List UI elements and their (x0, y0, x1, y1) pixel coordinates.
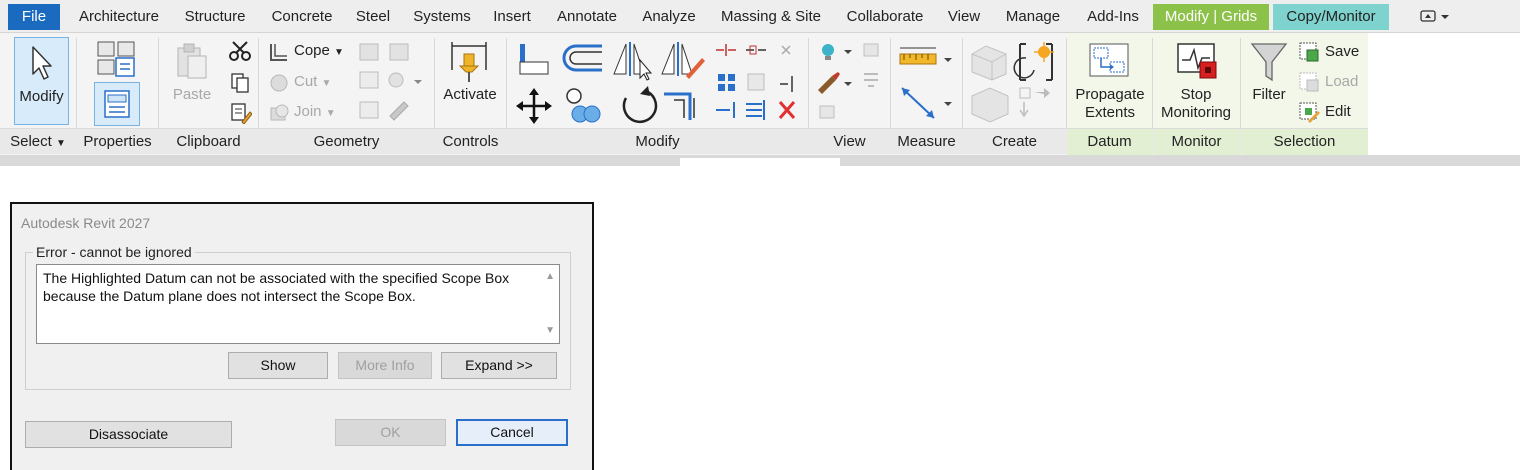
tab-massing-site[interactable]: Massing & Site (714, 4, 828, 30)
filter-button[interactable]: Filter (1244, 86, 1294, 103)
scroll-up-icon[interactable]: ▲ (545, 268, 555, 286)
tab-analyze[interactable]: Analyze (636, 4, 702, 30)
cut-geometry-button[interactable]: Cut ▼ (294, 73, 331, 90)
panel-geometry: Geometry (313, 133, 380, 150)
error-message: The Highlighted Datum can not be associa… (36, 264, 560, 344)
panel-datum: Datum (1067, 129, 1152, 155)
properties-icon (104, 90, 130, 118)
cancel-button[interactable]: Cancel (456, 419, 568, 446)
ok-button[interactable]: OK (335, 419, 446, 446)
paste-button[interactable]: Paste (170, 86, 214, 103)
create-tools-icons[interactable] (968, 40, 1058, 124)
edit-selection-icon[interactable] (1298, 101, 1320, 123)
ribbon-display-toggle[interactable] (1412, 4, 1456, 30)
tab-add-ins[interactable]: Add-Ins (1078, 4, 1148, 30)
panel-monitor: Monitor (1153, 129, 1240, 155)
cope-icon[interactable] (268, 41, 290, 63)
match-properties-icon[interactable] (230, 102, 252, 124)
load-selection-button[interactable]: Load (1325, 73, 1358, 90)
cursor-arrow-icon (32, 46, 52, 80)
more-info-button[interactable]: More Info (338, 352, 432, 379)
tab-annotate[interactable]: Annotate (548, 4, 626, 30)
activate-button[interactable]: Activate (440, 86, 500, 103)
properties-button[interactable] (94, 82, 140, 126)
measure-tools-icons[interactable] (898, 42, 956, 124)
expand-button[interactable]: Expand >> (441, 352, 557, 379)
propagate-extents-button[interactable]: Propagate Extents (1070, 86, 1150, 121)
copy-icon[interactable] (230, 72, 250, 94)
disassociate-button[interactable]: Disassociate (25, 421, 232, 448)
activate-controls-icon[interactable] (448, 40, 490, 84)
dialog-title: Autodesk Revit 2027 (21, 215, 151, 231)
join-geometry-button[interactable]: Join ▼ (294, 103, 336, 120)
modify-button[interactable]: Modify (14, 37, 69, 125)
tab-insert[interactable]: Insert (488, 4, 536, 30)
tab-architecture[interactable]: Architecture (70, 4, 168, 30)
cope-button[interactable]: Cope ▼ (294, 42, 344, 59)
propagate-extents-icon[interactable] (1086, 40, 1132, 84)
tab-modify-grids[interactable]: Modify | Grids (1153, 4, 1269, 30)
panel-selection: Selection (1241, 129, 1368, 155)
ribbon-panel-labels: Select ▼ Properties Clipboard Geometry C… (0, 128, 1368, 155)
edit-selection-button[interactable]: Edit (1325, 103, 1351, 120)
tab-systems[interactable]: Systems (406, 4, 478, 30)
panel-clipboard: Clipboard (176, 133, 241, 150)
geometry-tools-icons[interactable] (358, 42, 424, 124)
panel-measure: Measure (897, 133, 956, 150)
cut-scissors-icon[interactable] (228, 40, 252, 62)
view-tools-icons[interactable] (816, 40, 884, 124)
panel-modify: Modify (635, 133, 680, 150)
panel-properties: Properties (83, 133, 152, 150)
tab-steel[interactable]: Steel (350, 4, 396, 30)
load-selection-icon[interactable] (1298, 71, 1320, 93)
save-selection-button[interactable]: Save (1325, 43, 1359, 60)
filter-icon[interactable] (1250, 40, 1288, 84)
scroll-down-icon[interactable]: ▼ (545, 322, 555, 340)
minimize-ribbon-icon (1420, 10, 1449, 22)
stop-monitoring-button[interactable]: Stop Monitoring (1152, 86, 1240, 121)
show-button[interactable]: Show (228, 352, 328, 379)
join-geometry-icon[interactable] (268, 102, 290, 124)
panel-select[interactable]: Select ▼ (0, 129, 76, 155)
tab-copy-monitor[interactable]: Copy/Monitor (1273, 4, 1389, 30)
properties-bar (0, 155, 1520, 166)
type-properties-icon[interactable] (96, 40, 138, 78)
ribbon-tab-bar: File Architecture Structure Concrete Ste… (0, 0, 1520, 33)
paste-icon[interactable] (174, 42, 210, 82)
panel-view: View (833, 133, 866, 150)
error-dialog: Autodesk Revit 2027 Error - cannot be ig… (10, 202, 594, 470)
tab-collaborate[interactable]: Collaborate (838, 4, 932, 30)
tab-concrete[interactable]: Concrete (264, 4, 340, 30)
tab-manage[interactable]: Manage (998, 4, 1068, 30)
tab-view[interactable]: View (942, 4, 986, 30)
panel-create: Create (991, 133, 1038, 150)
panel-controls: Controls (442, 133, 499, 150)
tab-structure[interactable]: Structure (178, 4, 252, 30)
modify-tools-icons[interactable] (514, 40, 802, 126)
save-selection-icon[interactable] (1298, 41, 1320, 63)
stop-monitoring-icon[interactable] (1174, 40, 1220, 84)
cut-geometry-icon[interactable] (268, 72, 290, 94)
tab-file[interactable]: File (8, 4, 60, 30)
error-group-label: Error - cannot be ignored (33, 244, 195, 260)
